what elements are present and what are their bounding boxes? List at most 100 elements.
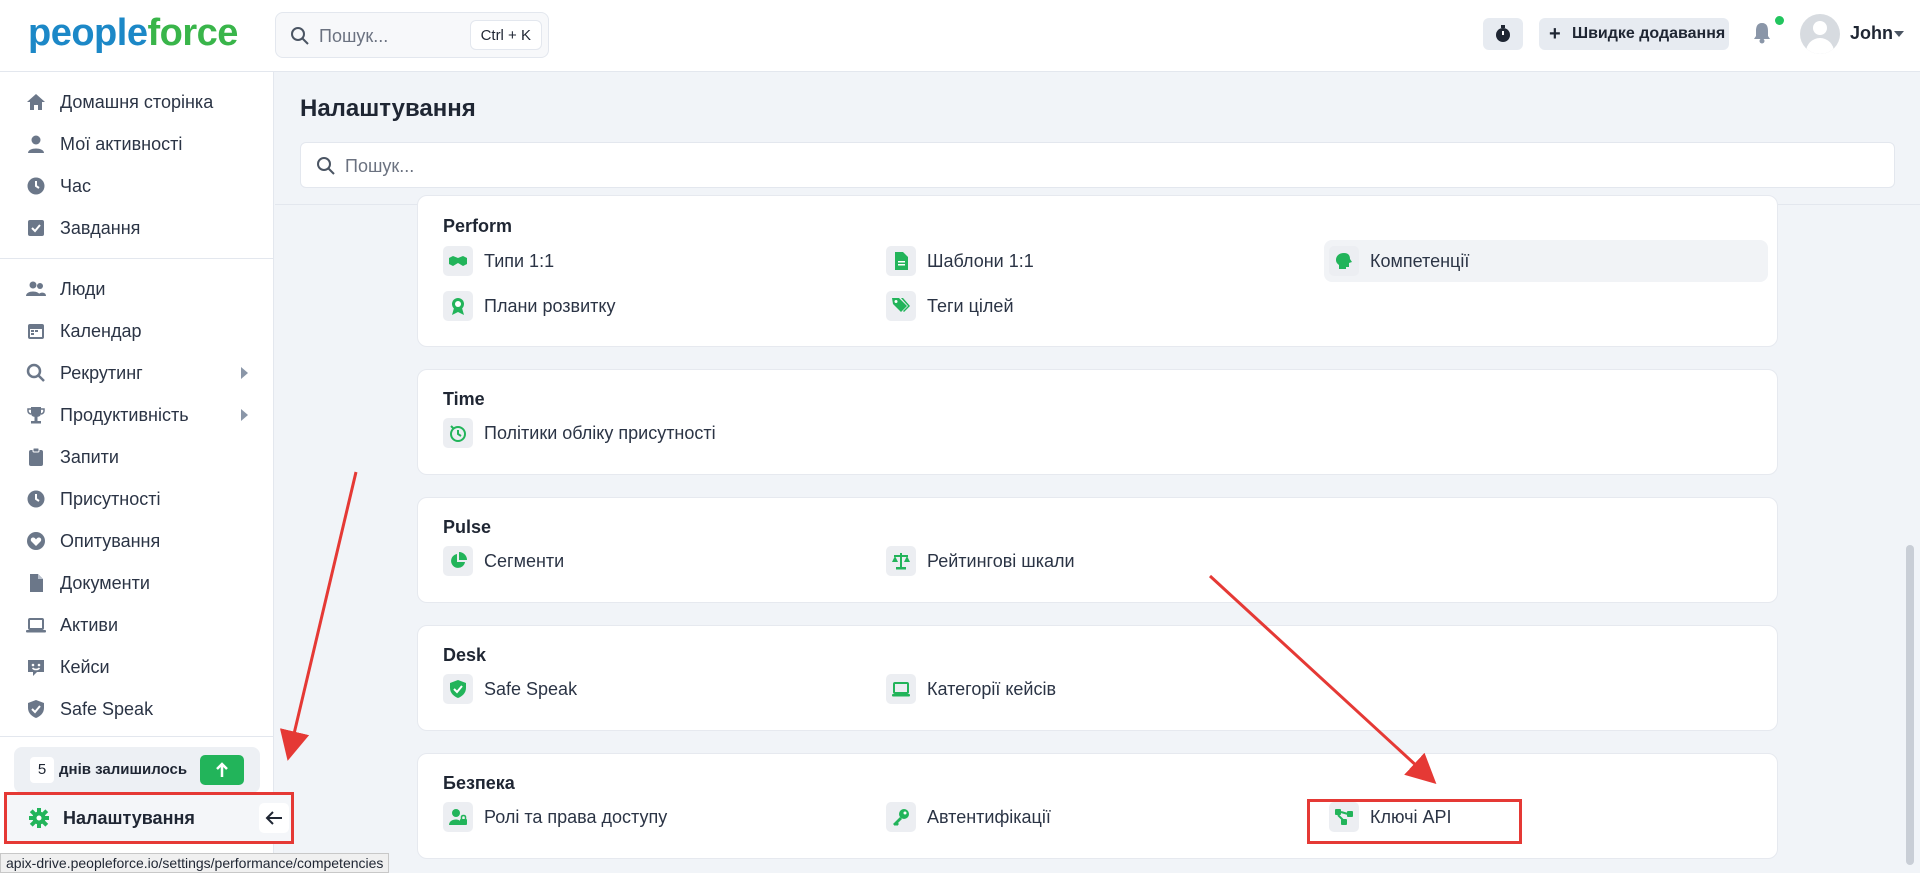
section-title: Desk xyxy=(443,645,487,665)
settings-link-development-plans[interactable]: Плани розвитку xyxy=(438,285,858,327)
settings-link-one-on-one-types[interactable]: Типи 1:1 xyxy=(438,240,858,282)
sidebar-item-settings[interactable]: Налаштування xyxy=(4,792,294,844)
sidebar-item-surveys[interactable]: Опитування xyxy=(0,522,274,560)
search-placeholder: Пошук... xyxy=(319,26,389,46)
shield-icon xyxy=(28,700,44,718)
timer-icon xyxy=(450,425,466,442)
file-icon xyxy=(30,574,43,592)
search-placeholder: Пошук... xyxy=(345,156,415,176)
key-icon xyxy=(893,809,909,826)
page-title: Налаштування xyxy=(300,95,476,122)
settings-link-case-categories[interactable]: Категорії кейсів xyxy=(881,668,1301,710)
sidebar-item-tasks[interactable]: Завдання xyxy=(0,209,274,247)
shield-icon xyxy=(450,680,466,698)
global-search-input[interactable]: Пошук... Ctrl + K xyxy=(275,12,549,58)
sidebar-item-cases[interactable]: Кейси xyxy=(0,648,274,686)
section-pulse: Pulse Сегменти Рейтингові шкали xyxy=(417,497,1778,603)
arrow-up-icon xyxy=(216,762,228,777)
sidebar-item-people[interactable]: Люди xyxy=(0,270,274,308)
laptop-icon xyxy=(26,618,46,633)
chevron-down-icon[interactable] xyxy=(1894,31,1904,37)
arrow-left-icon xyxy=(265,811,282,825)
settings-link-attendance-policies[interactable]: Політики обліку присутності xyxy=(438,412,858,454)
pie-chart-icon xyxy=(451,552,467,568)
settings-link-rating-scales[interactable]: Рейтингові шкали xyxy=(881,540,1301,582)
status-bar-url: apix-drive.peopleforce.io/settings/perfo… xyxy=(0,853,390,873)
settings-link-goal-tags[interactable]: Теги цілей xyxy=(881,285,1301,327)
handshake-icon xyxy=(449,256,467,266)
settings-link-segments[interactable]: Сегменти xyxy=(438,540,858,582)
section-title: Time xyxy=(443,389,485,409)
section-security: Безпека Ролі та права доступу Автентифік… xyxy=(417,753,1778,859)
search-shortcut-hint: Ctrl + K xyxy=(469,20,542,50)
checkbox-icon xyxy=(28,220,44,236)
settings-link-authentication[interactable]: Автентифікації xyxy=(881,796,1301,838)
trial-days-text: днів залишилось xyxy=(59,761,188,778)
search-icon xyxy=(26,363,45,382)
search-icon xyxy=(291,27,309,45)
sidebar: Домашня сторінка Мої активності Час Завд… xyxy=(0,72,274,873)
section-perform: Perform Типи 1:1 Шаблони 1:1 Компетенції… xyxy=(417,195,1778,347)
peopleforce-logo[interactable]: peopleforce xyxy=(28,12,238,55)
notification-indicator-dot xyxy=(1775,16,1784,25)
timer-button[interactable] xyxy=(1483,18,1523,50)
tags-icon xyxy=(892,298,910,312)
brain-icon xyxy=(1336,253,1352,269)
user-name[interactable]: John xyxy=(1850,23,1893,44)
plus-icon: + xyxy=(1549,23,1561,45)
sidebar-item-home[interactable]: Домашня сторінка xyxy=(0,83,274,121)
section-desk: Desk Safe Speak Категорії кейсів xyxy=(417,625,1778,731)
chevron-right-icon xyxy=(241,367,248,379)
search-icon xyxy=(317,157,335,175)
settings-link-one-on-one-templates[interactable]: Шаблони 1:1 xyxy=(881,240,1301,282)
sidebar-item-requests[interactable]: Запити xyxy=(0,438,274,476)
file-icon xyxy=(895,252,908,270)
section-time: Time Політики обліку присутності xyxy=(417,369,1778,475)
annotation-highlight-box xyxy=(1307,799,1522,844)
chevron-right-icon xyxy=(241,409,248,421)
user-avatar[interactable] xyxy=(1800,14,1840,54)
annotation-arrow xyxy=(279,471,358,761)
settings-link-roles-permissions[interactable]: Ролі та права доступу xyxy=(438,796,858,838)
clock-icon xyxy=(27,177,45,195)
balance-scale-icon xyxy=(892,553,910,570)
stopwatch-icon xyxy=(1496,25,1510,42)
top-bar: peopleforce Пошук... Ctrl + K + Швидке д… xyxy=(0,0,1920,72)
sidebar-item-documents[interactable]: Документи xyxy=(0,564,274,602)
clipboard-icon xyxy=(29,447,43,466)
sidebar-item-performance[interactable]: Продуктивність xyxy=(0,396,274,434)
sidebar-divider xyxy=(0,736,274,737)
settings-link-competencies[interactable]: Компетенції xyxy=(1324,240,1768,282)
sidebar-item-my-activities[interactable]: Мої активності xyxy=(0,125,274,163)
gear-icon xyxy=(29,808,49,828)
people-icon xyxy=(26,281,46,296)
clock-icon xyxy=(27,490,45,508)
trial-banner: 5 днів залишилось xyxy=(14,747,260,793)
trophy-icon xyxy=(27,407,45,424)
user-icon xyxy=(28,135,44,153)
settings-search-input[interactable]: Пошук... xyxy=(300,142,1895,188)
section-title: Perform xyxy=(443,216,513,236)
home-icon xyxy=(27,94,45,110)
sidebar-item-assets[interactable]: Активи xyxy=(0,606,274,644)
settings-link-safe-speak[interactable]: Safe Speak xyxy=(438,668,858,710)
calendar-icon xyxy=(28,324,44,339)
support-icon xyxy=(28,660,44,676)
sidebar-item-recruiting[interactable]: Рекрутинг xyxy=(0,354,274,392)
sidebar-item-time[interactable]: Час xyxy=(0,167,274,205)
sidebar-item-attendance[interactable]: Присутності xyxy=(0,480,274,518)
sidebar-divider xyxy=(0,258,274,259)
main-scrollbar[interactable] xyxy=(1906,545,1914,865)
section-title: Pulse xyxy=(443,517,492,537)
sidebar-item-safe-speak[interactable]: Safe Speak xyxy=(0,690,274,728)
trial-days-count: 5 xyxy=(30,757,54,783)
section-title: Безпека xyxy=(443,773,515,793)
sidebar-item-calendar[interactable]: Календар xyxy=(0,312,274,350)
collapse-sidebar-button[interactable] xyxy=(259,803,289,833)
upgrade-button[interactable] xyxy=(200,755,244,785)
laptop-icon xyxy=(892,682,910,697)
heart-icon xyxy=(27,532,45,550)
quick-add-button[interactable]: + Швидке додавання xyxy=(1539,18,1729,50)
notifications-bell-icon[interactable] xyxy=(1752,22,1772,44)
award-icon xyxy=(452,298,464,315)
